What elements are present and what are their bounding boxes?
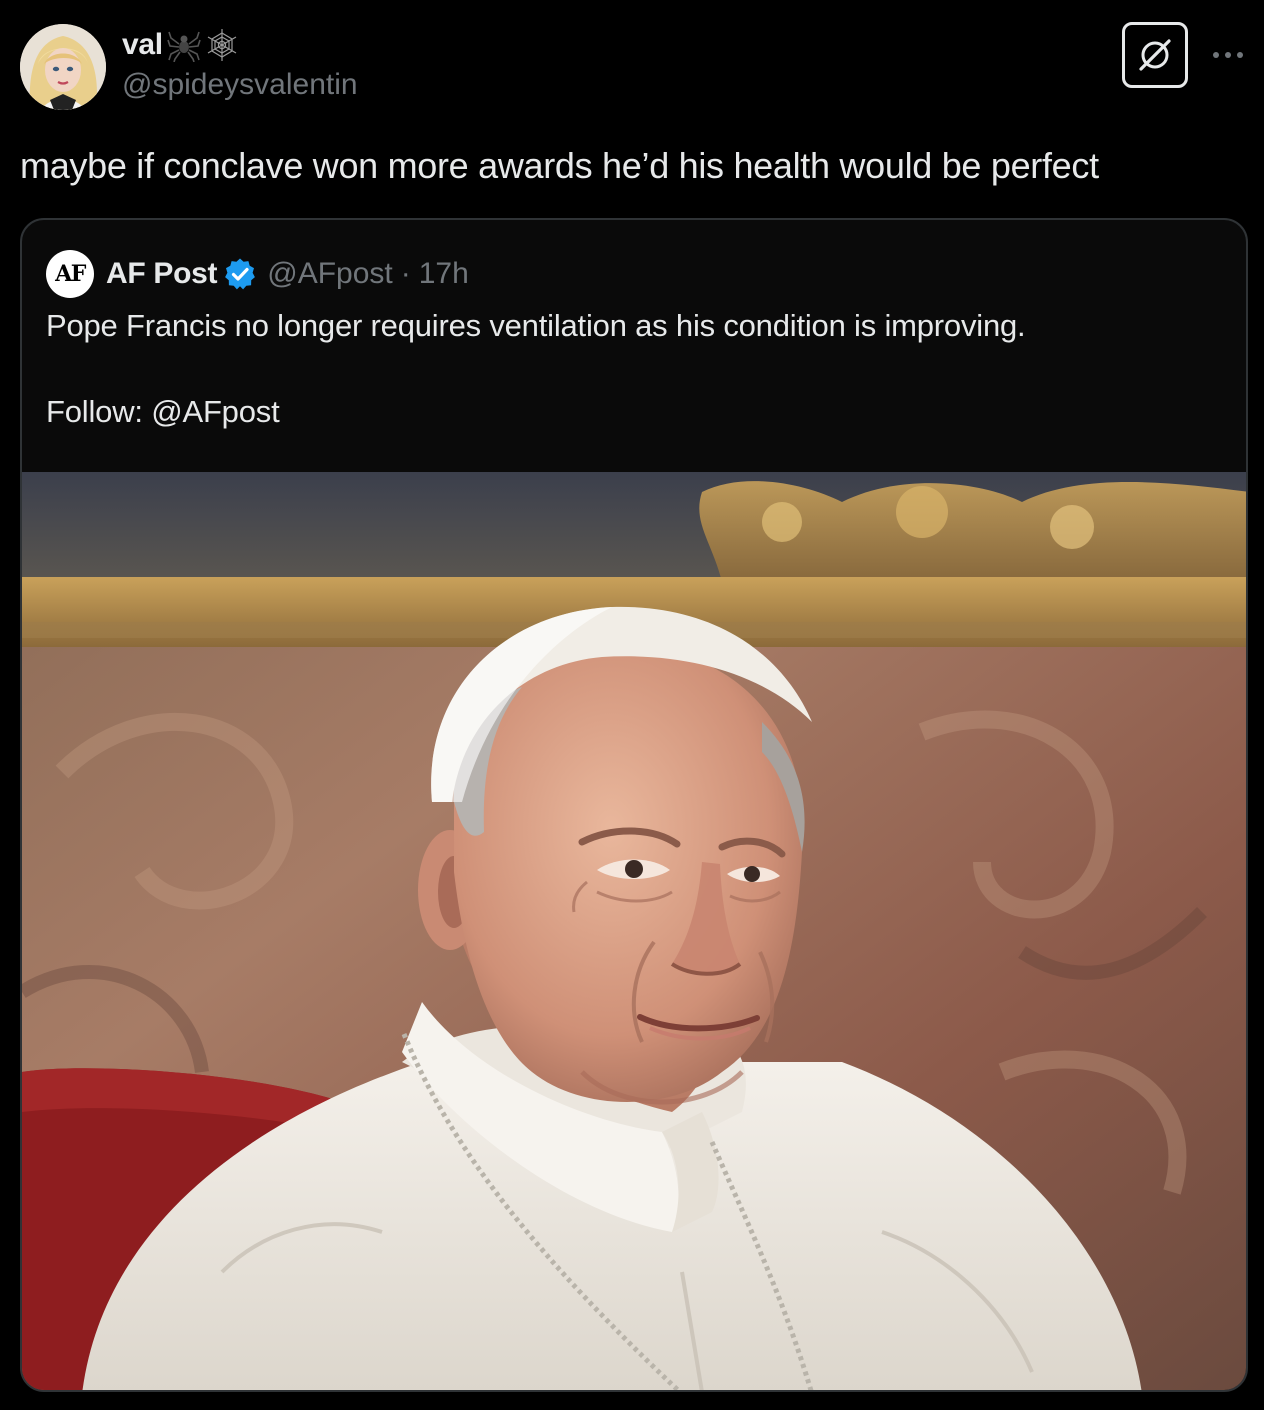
quoted-author-handle[interactable]: @AFpost [267,257,393,291]
quoted-author-display-name[interactable]: AF Post [106,257,218,291]
quoted-tweet-follow-line: Follow: @AFpost [46,394,280,429]
quoted-tweet-text: Pope Francis no longer requires ventilat… [46,308,1026,343]
author-avatar[interactable] [20,24,106,110]
quoted-timestamp[interactable]: 17h [419,257,469,291]
spider-icon [167,28,201,63]
quoted-avatar-logo: AF [55,261,86,287]
author-display-name[interactable]: val [122,28,163,62]
more-options-button[interactable] [1210,40,1246,70]
display-name-row: val [122,26,358,64]
quoted-tweet-photo[interactable] [22,472,1246,1390]
tweet: val @spideysvalentin maybe if conclave w… [0,0,1264,1410]
grok-button[interactable] [1122,22,1188,88]
quoted-author-avatar[interactable]: AF [46,250,94,298]
avatar-illustration [20,24,106,110]
photo-illustration [22,472,1246,1390]
author-info: val @spideysvalentin [122,26,358,102]
verified-badge-icon [225,258,256,290]
quoted-tweet-header: AF AF Post @AFpost · 17h [46,250,469,298]
separator-dot: · [400,257,411,290]
tweet-text: maybe if conclave won more awards he’d h… [20,145,1099,186]
author-handle[interactable]: @spideysvalentin [122,68,358,102]
quoted-tweet[interactable]: AF AF Post @AFpost · 17h Pope Francis no… [20,218,1248,1392]
spider-web-icon [205,28,239,62]
grok-icon [1139,39,1171,71]
more-icon [1213,52,1243,58]
